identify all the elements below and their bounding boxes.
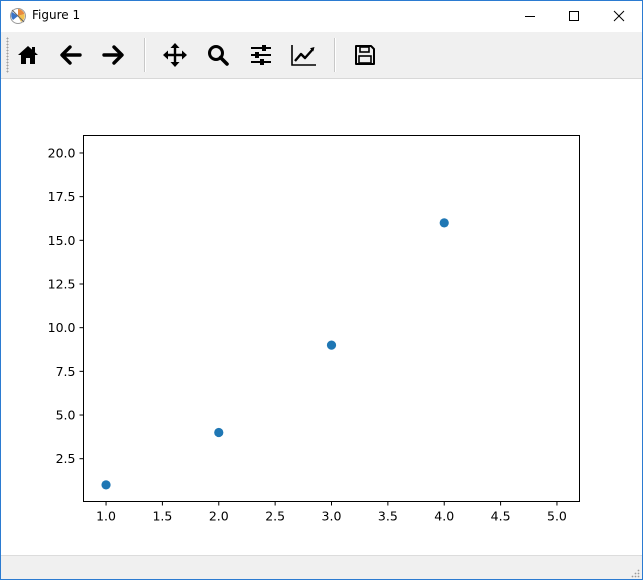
toolbar-separator: [144, 38, 146, 72]
axes-frame: [83, 135, 580, 502]
forward-button[interactable]: [97, 39, 129, 71]
y-tick-label: 12.5: [48, 276, 76, 291]
y-tick-label: 5.0: [56, 408, 76, 423]
configure-subplots-button[interactable]: [245, 39, 277, 71]
arrow-left-icon: [60, 45, 82, 65]
y-tick-label: 2.5: [56, 451, 76, 466]
figure-window: Figure 1 1.0 1.5 2.0 2.5 3.0 3.5 4.0 4.5…: [0, 0, 643, 580]
navigation-toolbar: [1, 32, 642, 79]
minimize-button[interactable]: [507, 1, 553, 31]
maximize-icon: [569, 11, 579, 21]
status-bar: [1, 555, 642, 579]
close-button[interactable]: [596, 1, 642, 31]
resize-grip-icon[interactable]: [630, 568, 640, 578]
zoom-button[interactable]: [202, 39, 234, 71]
toolbar-separator: [334, 38, 336, 72]
sliders-icon: [251, 45, 271, 65]
title-bar[interactable]: Figure 1: [1, 1, 642, 32]
floppy-disk-icon: [355, 45, 375, 65]
x-tick-label: 5.0: [547, 509, 567, 524]
y-tick-label: 15.0: [48, 233, 76, 248]
line-chart-icon: [291, 45, 316, 66]
window-title: Figure 1: [32, 8, 81, 22]
x-tick-label: 4.5: [491, 509, 511, 524]
back-button[interactable]: [55, 39, 87, 71]
pan-button[interactable]: [159, 39, 191, 71]
search-icon: [208, 45, 229, 66]
x-tick-label: 3.0: [322, 509, 342, 524]
x-tick-label: 4.0: [434, 509, 454, 524]
save-button[interactable]: [349, 39, 381, 71]
x-tick-label: 1.0: [96, 509, 116, 524]
y-tick-label: 10.0: [48, 320, 76, 335]
figure-canvas[interactable]: 1.0 1.5 2.0 2.5 3.0 3.5 4.0 4.5 5.0 2.5 5.0 7.5 10.…: [1, 61, 642, 555]
scatter-point: [101, 480, 111, 490]
scatter-point: [214, 427, 224, 438]
toolbar-grip[interactable]: [6, 37, 9, 73]
move-icon: [163, 43, 187, 67]
app-icon: [10, 8, 26, 24]
y-tick-label: 17.5: [48, 189, 76, 204]
minimize-icon: [525, 16, 535, 17]
scatter-point: [439, 218, 449, 228]
x-tick-label: 3.5: [378, 509, 398, 524]
home-icon: [18, 46, 38, 64]
x-tick-label: 2.5: [265, 509, 285, 524]
scatter-point: [326, 340, 337, 350]
scatter-plot[interactable]: 1.0 1.5 2.0 2.5 3.0 3.5 4.0 4.5 5.0 2.5 5.0 7.5 10.…: [1, 61, 642, 555]
maximize-button[interactable]: [551, 1, 597, 31]
arrow-right-icon: [102, 45, 124, 65]
x-tick-label: 1.5: [152, 509, 172, 524]
close-icon: [613, 10, 625, 22]
y-tick-label: 20.0: [48, 145, 76, 160]
edit-axes-button[interactable]: [288, 39, 320, 71]
x-tick-label: 2.0: [209, 509, 229, 524]
y-tick-label: 7.5: [56, 364, 76, 379]
home-button[interactable]: [12, 39, 44, 71]
